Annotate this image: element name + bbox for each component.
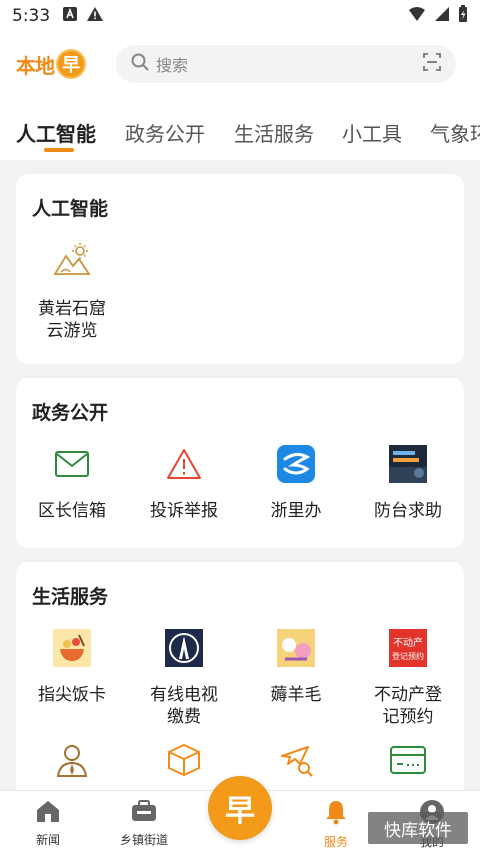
plane-search-icon [276,740,316,780]
section-title: 政务公开 [32,402,109,424]
service-item-mailbox[interactable]: 区长信箱 [16,444,128,522]
cable-tv-icon [164,628,204,668]
service-label: 区长信箱 [38,501,106,521]
coupon-icon [276,628,316,668]
briefcase-icon [130,799,158,827]
zheliban-app-icon [276,444,316,484]
service-label: 黄岩石窟 云游览 [38,298,106,342]
app-logo: 本地 早 [16,49,86,79]
mountain-sun-icon [52,242,92,282]
service-item-cable-tv[interactable]: 有线电视 缴费 [128,628,240,728]
svg-text:不动产: 不动产 [393,636,423,649]
real-estate-icon: 不动产 登记预约 [388,628,428,668]
section-ai: 人工智能 黄岩石窟 云游览 [16,174,464,364]
status-time: 5:33 [12,6,51,26]
service-item-complaint[interactable]: 投诉举报 [128,444,240,522]
service-label: 指尖饭卡 [38,685,106,705]
home-icon [35,799,61,827]
search-placeholder: 搜索 [156,56,189,75]
section-title: 生活服务 [32,586,109,608]
active-tab-indicator [44,148,74,152]
label-line-1: 有线电视 [150,685,218,705]
signal-icon [434,6,450,26]
service-item-food-card[interactable]: 指尖饭卡 [16,628,128,706]
service-label: 有线电视 缴费 [150,684,218,728]
tab-life-service[interactable]: 生活服务 [234,118,314,147]
notification-a-icon [62,6,78,26]
search-icon [130,52,150,76]
bank-card-icon [388,740,428,780]
package-box-icon [164,740,204,780]
service-item-package[interactable] [128,740,240,780]
typhoon-help-icon [388,444,428,484]
tab-government[interactable]: 政务公开 [125,118,205,147]
category-tabs: 人工智能 政务公开 生活服务 小工具 气象环 [0,96,480,160]
nav-news[interactable]: 新闻 [0,799,96,848]
service-item-card[interactable] [352,740,464,780]
logo-text: 本地 [16,53,55,78]
top-bar: 本地 早 搜索 [0,32,480,96]
food-card-icon [52,628,92,668]
wifi-icon [408,6,426,26]
service-item-real-estate[interactable]: 不动产 登记预约 不动产登 记预约 [352,628,464,728]
person-tie-icon [52,740,92,780]
tab-ai[interactable]: 人工智能 [16,118,96,147]
service-item-coupon[interactable]: 薅羊毛 [240,628,352,706]
label-line-1: 不动产登 [374,685,442,705]
section-title: 人工智能 [32,198,109,220]
service-label: 防台求助 [374,501,442,521]
tab-weather[interactable]: 气象环 [430,118,480,147]
service-item-typhoon-help[interactable]: 防台求助 [352,444,464,522]
service-item-grotto-tour[interactable]: 黄岩石窟 云游览 [16,242,128,342]
service-label: 薅羊毛 [270,685,322,705]
bell-icon [324,799,348,829]
alert-icon [86,6,104,26]
section-life-service: 生活服务 指尖饭卡 有线电视 缴费 薅羊毛 不动产 登记预约 不动产登 记预约 [16,562,464,802]
service-item-flight-search[interactable] [240,740,352,780]
label-line-2: 缴费 [167,707,201,727]
service-item-zheliban[interactable]: 浙里办 [240,444,352,522]
service-label: 不动产登 记预约 [374,684,442,728]
center-home-button[interactable]: 早 [208,776,272,840]
service-label: 浙里办 [270,501,322,521]
svg-text:登记预约: 登记预约 [392,651,424,661]
mail-icon [52,444,92,484]
label-line-2: 记预约 [382,707,434,727]
service-label: 投诉举报 [150,501,218,521]
label-line-1: 黄岩石窟 [38,299,106,319]
label-line-2: 云游览 [46,321,98,341]
logo-badge: 早 [56,49,86,79]
nav-street[interactable]: 乡镇街道 [96,799,192,848]
scan-icon[interactable] [422,52,442,76]
service-item-person[interactable] [16,740,128,780]
watermark: 快库软件 [368,812,468,844]
warning-icon [164,444,204,484]
search-bar[interactable]: 搜索 [116,45,456,83]
tab-tools[interactable]: 小工具 [342,118,402,147]
nav-label: 新闻 [35,833,60,847]
nav-label: 乡镇街道 [119,833,168,847]
section-government: 政务公开 区长信箱 投诉举报 浙里办 防台求助 [16,378,464,548]
battery-icon [458,5,468,27]
nav-label: 服务 [323,835,348,849]
status-bar: 5:33 [0,0,480,32]
